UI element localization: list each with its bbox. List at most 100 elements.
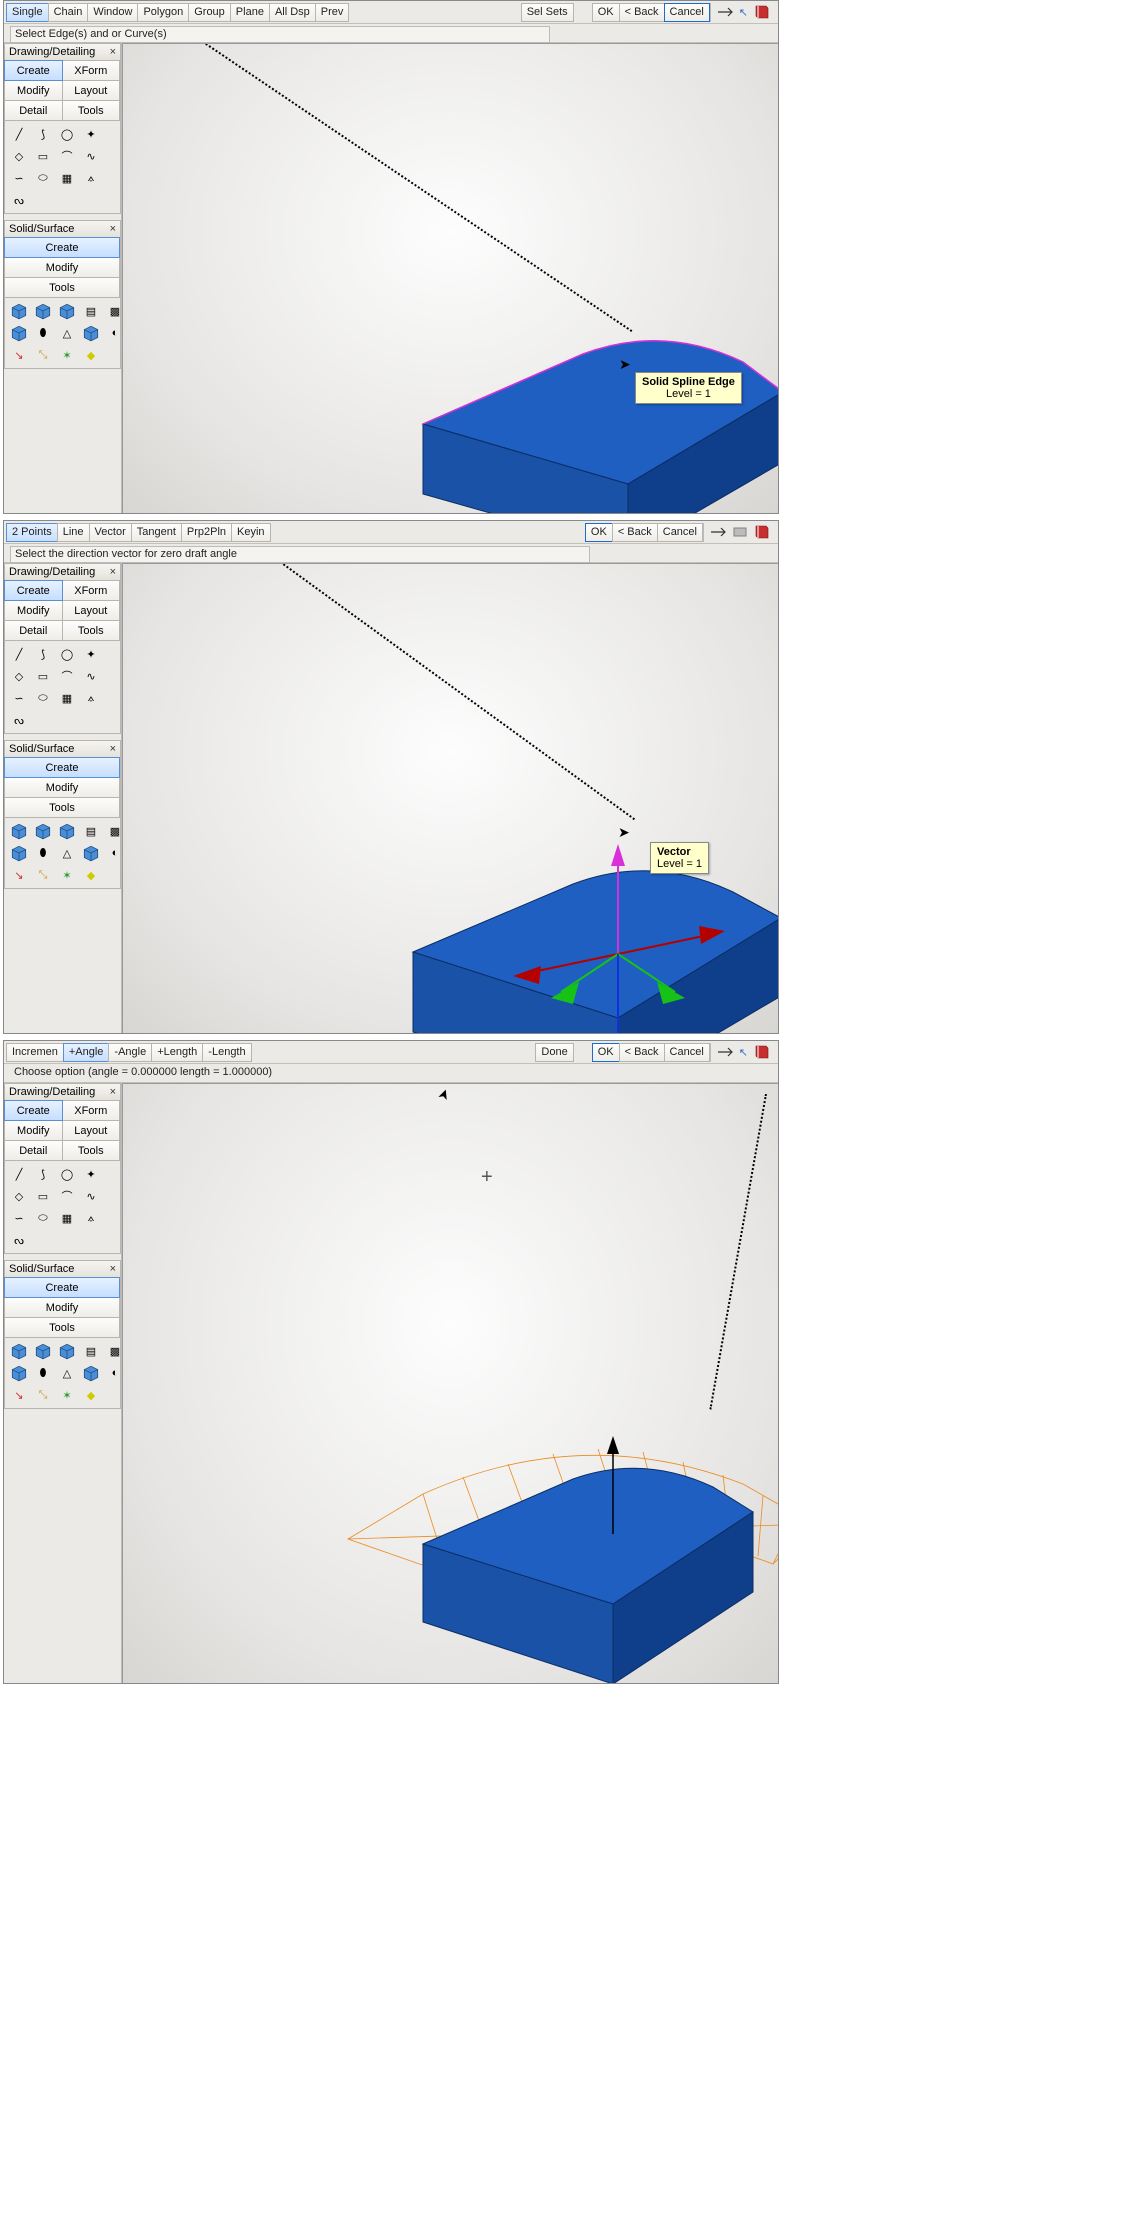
cursor-icon[interactable]: ↖ [739,6,748,19]
book-icon[interactable] [754,524,770,540]
modify-button[interactable]: Modify [4,600,63,621]
create-button[interactable]: Create [4,60,63,81]
btn-prp2pln[interactable]: Prp2Pln [181,523,232,542]
create-button[interactable]: Create [4,237,120,258]
btn-all-dsp[interactable]: All Dsp [269,3,316,22]
tools-button[interactable]: Tools [62,620,121,641]
swap-icon[interactable] [710,524,726,540]
cursor-icon[interactable]: ↖ [739,1046,748,1059]
axis-icon[interactable]: ⤡ [32,345,54,365]
modify-button[interactable]: Modify [4,777,120,798]
tools-button[interactable]: Tools [4,277,120,298]
btn-minus-angle[interactable]: -Angle [108,1043,152,1062]
cube-icon[interactable] [32,301,54,321]
detail-button[interactable]: Detail [4,100,63,121]
cancel-button[interactable]: Cancel [664,1043,710,1062]
btn-minus-length[interactable]: -Length [202,1043,251,1062]
btn-polygon[interactable]: Polygon [137,3,189,22]
btn-group[interactable]: Group [188,3,231,22]
close-icon[interactable]: × [110,223,116,235]
btn-plane[interactable]: Plane [230,3,270,22]
btn-sel-sets[interactable]: Sel Sets [521,3,574,22]
sketch-icon[interactable]: ᔓ [8,190,30,210]
book-icon[interactable] [754,4,770,20]
btn-line[interactable]: Line [57,523,90,542]
btn-vector[interactable]: Vector [89,523,132,542]
btn-2points[interactable]: 2 Points [6,523,58,542]
hatch-icon[interactable]: ▦ [56,168,78,188]
detail-button[interactable]: Detail [4,1140,63,1161]
done-button[interactable]: Done [535,1043,573,1062]
swap-icon[interactable] [717,1044,733,1060]
close-icon[interactable]: × [110,1086,116,1098]
dim-icon[interactable]: ◇ [8,146,30,166]
btn-keyin[interactable]: Keyin [231,523,271,542]
modify-button[interactable]: Modify [4,257,120,278]
cancel-button[interactable]: Cancel [664,3,710,22]
ellipse-icon[interactable]: ⬭ [32,168,54,188]
sheet-icon[interactable]: ▤ [80,301,102,321]
axis-icon[interactable]: ↘ [8,345,30,365]
wedge-icon[interactable] [8,323,30,343]
close-icon[interactable]: × [110,1263,116,1275]
arc-icon[interactable]: ⟆ [32,124,54,144]
layout-button[interactable]: Layout [62,1120,121,1141]
line-icon[interactable]: ╱ [8,124,30,144]
cube-icon[interactable] [56,301,78,321]
plane-tool-icon[interactable]: ◆ [80,345,102,365]
detail-button[interactable]: Detail [4,620,63,641]
cancel-button[interactable]: Cancel [657,523,703,542]
btn-prev[interactable]: Prev [315,3,350,22]
create-button[interactable]: Create [4,1100,63,1121]
modify-button[interactable]: Modify [4,1120,63,1141]
ok-button[interactable]: OK [585,523,613,542]
btn-increment[interactable]: Incremen [6,1043,64,1062]
btn-plus-angle[interactable]: +Angle [63,1043,110,1062]
close-icon[interactable]: × [110,743,116,755]
back-button[interactable]: < Back [612,523,658,542]
create-button[interactable]: Create [4,580,63,601]
create-button[interactable]: Create [4,757,120,778]
tools-button[interactable]: Tools [62,1140,121,1161]
conic-icon[interactable]: ∽ [8,168,30,188]
swap-icon[interactable] [717,4,733,20]
close-icon[interactable]: × [110,46,116,58]
btn-plus-length[interactable]: +Length [151,1043,203,1062]
modify-button[interactable]: Modify [4,80,63,101]
tools-button[interactable]: Tools [4,1317,120,1338]
tools-button[interactable]: Tools [4,797,120,818]
viewport[interactable]: ➤ Vector Level = 1 [122,563,778,1033]
layout-button[interactable]: Layout [62,80,121,101]
cyl-icon[interactable]: ⬮ [32,323,54,343]
close-icon[interactable]: × [110,566,116,578]
ok-button[interactable]: OK [592,1043,620,1062]
sweep-icon[interactable] [80,323,102,343]
cube-icon[interactable] [8,301,30,321]
btn-chain[interactable]: Chain [48,3,89,22]
tools-button[interactable]: Tools [62,100,121,121]
modify-button[interactable]: Modify [4,1297,120,1318]
btn-tangent[interactable]: Tangent [131,523,182,542]
btn-single[interactable]: Single [6,3,49,22]
btn-window[interactable]: Window [87,3,138,22]
rect-icon[interactable]: ▭ [32,146,54,166]
fillet-icon[interactable]: ⌒ [56,146,78,166]
create-button[interactable]: Create [4,1277,120,1298]
circle-icon[interactable]: ◯ [56,124,78,144]
book-icon[interactable] [754,1044,770,1060]
point-icon[interactable]: ✦ [80,124,102,144]
viewport[interactable]: + ➤ [122,1083,778,1683]
back-button[interactable]: < Back [619,1043,665,1062]
axis-icon[interactable]: ✶ [56,345,78,365]
back-button[interactable]: < Back [619,3,665,22]
layout-button[interactable]: Layout [62,600,121,621]
xform-button[interactable]: XForm [62,60,121,81]
cone-icon[interactable]: △ [56,323,78,343]
xform-button[interactable]: XForm [62,1100,121,1121]
plane-icon[interactable] [732,524,748,540]
spline-icon[interactable]: ∿ [80,146,102,166]
viewport[interactable]: ➤ Solid Spline Edge Level = 1 [122,43,778,513]
xform-button[interactable]: XForm [62,580,121,601]
curve-icon[interactable]: ⟑ [80,168,102,188]
ok-button[interactable]: OK [592,3,620,22]
